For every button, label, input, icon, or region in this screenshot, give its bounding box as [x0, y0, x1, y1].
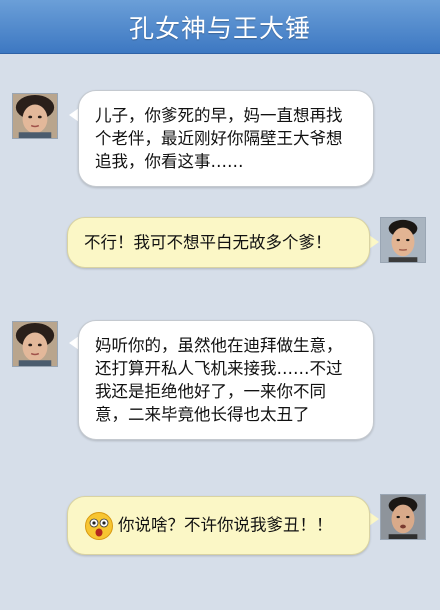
- message-text: 你说啥？不许你说我爹丑！！: [118, 515, 333, 535]
- son-avatar[interactable]: [380, 217, 426, 263]
- mother-avatar-icon: [13, 322, 57, 366]
- shocked-face-icon: [84, 511, 114, 541]
- son-avatar[interactable]: [380, 494, 426, 540]
- bubble-tail: [369, 512, 379, 526]
- message-bubble-4[interactable]: 你说啥？不许你说我爹丑！！: [67, 496, 370, 555]
- message-bubble-1[interactable]: 儿子，你爹死的早，妈一直想再找个老伴，最近刚好你隔壁王大爷想追我，你看这事……: [78, 90, 374, 187]
- son-avatar-icon: [381, 218, 425, 262]
- chat-title: 孔女神与王大锤: [128, 13, 311, 43]
- mother-avatar[interactable]: [12, 321, 58, 367]
- message-text: 妈听你的，虽然他在迪拜做生意，还打算开私人飞机来接我……不过我还是拒绝他好了，一…: [95, 336, 343, 424]
- message-bubble-2[interactable]: 不行！我可不想平白无故多个爹！: [67, 217, 370, 268]
- bubble-tail: [369, 235, 379, 249]
- message-text: 不行！我可不想平白无故多个爹！: [84, 233, 332, 252]
- mother-avatar-icon: [13, 94, 57, 138]
- son-avatar-icon: [381, 495, 425, 539]
- message-text: 儿子，你爹死的早，妈一直想再找个老伴，最近刚好你隔壁王大爷想追我，你看这事……: [95, 106, 343, 171]
- chat-header: 孔女神与王大锤: [0, 0, 440, 54]
- mother-avatar[interactable]: [12, 93, 58, 139]
- message-bubble-3[interactable]: 妈听你的，虽然他在迪拜做生意，还打算开私人飞机来接我……不过我还是拒绝他好了，一…: [78, 320, 374, 440]
